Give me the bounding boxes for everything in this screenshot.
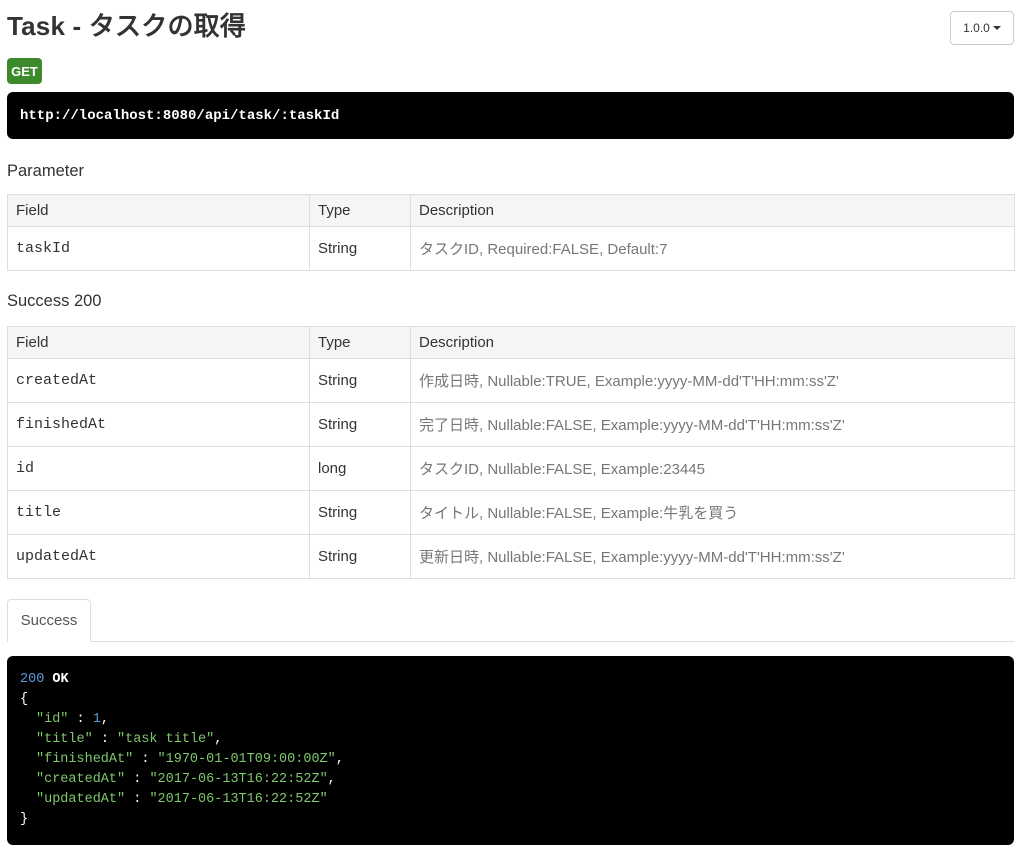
json-key: "updatedAt": [36, 792, 126, 807]
version-dropdown[interactable]: 1.0.0: [950, 11, 1014, 45]
table-header-row: Field Type Description: [7, 194, 1015, 227]
page-title: Task - タスクの取得: [7, 11, 247, 41]
json-entry: "finishedAt" : "1970-01-01T09:00:00Z",: [36, 752, 344, 767]
response-example-code: 200 OK { "id" : 1, "title" : "task title…: [7, 656, 1014, 845]
description-cell: タイトル, Nullable:FALSE, Example:牛乳を買う: [410, 490, 1015, 535]
type-cell: String: [309, 402, 411, 447]
json-value: "1970-01-01T09:00:00Z": [157, 752, 336, 767]
json-entry: "updatedAt" : "2017-06-13T16:22:52Z": [36, 792, 328, 807]
header-description: Description: [410, 326, 1015, 359]
type-cell: String: [309, 534, 411, 579]
header-type: Type: [309, 194, 411, 227]
caret-down-icon: [992, 26, 1001, 30]
json-key: "title": [36, 732, 93, 747]
json-entry: "createdAt" : "2017-06-13T16:22:52Z",: [36, 772, 336, 787]
json-separator: ,: [335, 752, 344, 767]
endpoint-url-box: http://localhost:8080/api/task/:taskId: [7, 92, 1014, 139]
status-code: 200: [20, 672, 45, 687]
json-open-brace: {: [20, 692, 29, 707]
type-cell: long: [309, 446, 411, 491]
type-cell: String: [309, 226, 411, 271]
header-field: Field: [7, 326, 310, 359]
endpoint-url: http://localhost:8080/api/task/:taskId: [20, 107, 340, 124]
tab-success[interactable]: Success: [7, 599, 91, 642]
field-cell: finishedAt: [7, 402, 310, 447]
json-entry: "id" : 1,: [36, 712, 109, 727]
table-row: id long タスクID, Nullable:FALSE, Example:2…: [7, 446, 1015, 491]
response-status-line: 200 OK: [20, 670, 1001, 690]
header-description: Description: [410, 194, 1015, 227]
description-cell: タスクID, Nullable:FALSE, Example:23445: [410, 446, 1015, 491]
description-cell: 作成日時, Nullable:TRUE, Example:yyyy-MM-dd'…: [410, 358, 1015, 403]
example-tabs: Success: [7, 598, 1014, 642]
field-cell: taskId: [7, 226, 310, 271]
description-cell: 更新日時, Nullable:FALSE, Example:yyyy-MM-dd…: [410, 534, 1015, 579]
version-label: 1.0.0: [963, 21, 990, 35]
field-cell: id: [7, 446, 310, 491]
json-key: "id": [36, 712, 69, 727]
table-row: finishedAt String 完了日時, Nullable:FALSE, …: [7, 402, 1015, 447]
json-value: "task title": [117, 732, 215, 747]
table-row: createdAt String 作成日時, Nullable:TRUE, Ex…: [7, 358, 1015, 403]
table-header-row: Field Type Description: [7, 326, 1015, 359]
json-value: 1: [92, 712, 101, 727]
json-separator: ,: [214, 732, 223, 747]
json-entry: "title" : "task title",: [36, 732, 223, 747]
http-method-badge: GET: [7, 58, 42, 84]
json-close-brace: }: [20, 812, 29, 827]
parameter-section-title: Parameter: [7, 162, 85, 180]
type-cell: String: [309, 358, 411, 403]
description-cell: タスクID, Required:FALSE, Default:7: [410, 226, 1015, 271]
field-cell: updatedAt: [7, 534, 310, 579]
status-text: OK: [52, 672, 69, 687]
json-value: "2017-06-13T16:22:52Z": [149, 792, 328, 807]
type-cell: String: [309, 490, 411, 535]
json-separator: ,: [100, 712, 109, 727]
table-row: updatedAt String 更新日時, Nullable:FALSE, E…: [7, 534, 1015, 579]
parameter-table: Field Type Description taskId String タスク…: [7, 194, 1015, 271]
json-value: "2017-06-13T16:22:52Z": [149, 772, 328, 787]
json-key: "createdAt": [36, 772, 126, 787]
table-row: taskId String タスクID, Required:FALSE, Def…: [7, 226, 1015, 271]
json-separator: ,: [327, 772, 336, 787]
description-cell: 完了日時, Nullable:FALSE, Example:yyyy-MM-dd…: [410, 402, 1015, 447]
success-table: Field Type Description createdAt String …: [7, 326, 1015, 579]
header-field: Field: [7, 194, 310, 227]
field-cell: createdAt: [7, 358, 310, 403]
header-type: Type: [309, 326, 411, 359]
json-key: "finishedAt": [36, 752, 134, 767]
success-section-title: Success 200: [7, 292, 102, 310]
field-cell: title: [7, 490, 310, 535]
table-row: title String タイトル, Nullable:FALSE, Examp…: [7, 490, 1015, 535]
